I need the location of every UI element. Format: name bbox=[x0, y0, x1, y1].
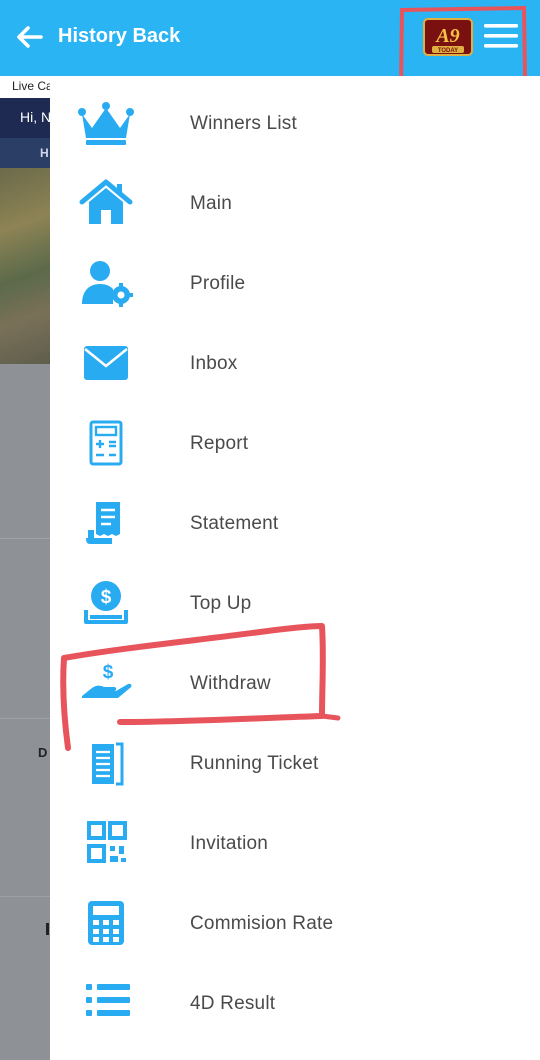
menu-label: Statement bbox=[190, 513, 279, 534]
menu-item-top-up[interactable]: $ Top Up bbox=[50, 560, 540, 640]
menu-item-report[interactable]: Report bbox=[50, 400, 540, 480]
menu-item-winners-list[interactable]: Winners List bbox=[50, 80, 540, 160]
menu-label: Withdraw bbox=[190, 673, 271, 694]
menu-label: Commision Rate bbox=[190, 913, 334, 934]
app-header: History Back A9 TODAY bbox=[0, 0, 540, 90]
bg-divider bbox=[0, 538, 50, 539]
receipt-scroll-icon bbox=[86, 502, 120, 544]
back-arrow-icon[interactable] bbox=[14, 22, 44, 52]
bg-banner-image bbox=[0, 168, 50, 364]
bg-row-letter: D bbox=[38, 745, 48, 760]
crown-icon bbox=[78, 102, 134, 145]
list-icon bbox=[86, 984, 130, 1016]
menu-label: Profile bbox=[190, 273, 246, 294]
menu-label: Winners List bbox=[190, 113, 297, 134]
menu-label: Top Up bbox=[190, 593, 252, 614]
svg-text:$: $ bbox=[101, 587, 112, 608]
menu-item-main[interactable]: Main bbox=[50, 160, 540, 240]
bg-divider bbox=[0, 718, 50, 719]
menu-label: Main bbox=[190, 193, 232, 214]
side-drawer-menu: Winners List Main Profile Inbox Report S… bbox=[50, 76, 540, 1060]
home-icon bbox=[79, 179, 133, 224]
coin-deposit-icon: $ bbox=[84, 581, 128, 624]
qr-code-icon bbox=[87, 821, 127, 863]
menu-item-withdraw[interactable]: $ Withdraw bbox=[50, 640, 540, 720]
bg-divider bbox=[0, 896, 50, 897]
menu-item-4d-result[interactable]: 4D Result bbox=[50, 960, 540, 1040]
bg-live-label: Live Ca bbox=[0, 76, 50, 98]
envelope-icon bbox=[84, 346, 128, 380]
menu-item-invitation[interactable]: Invitation bbox=[50, 800, 540, 880]
ticket-document-icon bbox=[92, 742, 124, 786]
header-title[interactable]: History Back bbox=[58, 25, 180, 48]
menu-label: Running Ticket bbox=[190, 753, 319, 774]
menu-label: Report bbox=[190, 433, 249, 454]
menu-item-running-ticket[interactable]: Running Ticket bbox=[50, 720, 540, 800]
menu-item-inbox[interactable]: Inbox bbox=[50, 320, 540, 400]
menu-label: Invitation bbox=[190, 833, 269, 854]
calculator-report-icon bbox=[89, 420, 123, 466]
menu-item-commision-rate[interactable]: Commision Rate bbox=[50, 880, 540, 960]
svg-text:$: $ bbox=[103, 662, 114, 683]
menu-item-profile[interactable]: Profile bbox=[50, 240, 540, 320]
background-page: Live Ca Hi, N H bbox=[0, 76, 50, 1060]
bg-tab: H bbox=[0, 138, 50, 168]
menu-item-statement[interactable]: Statement bbox=[50, 480, 540, 560]
user-gear-icon bbox=[82, 261, 133, 307]
menu-label: Inbox bbox=[190, 353, 238, 374]
bg-greeting: Hi, N bbox=[0, 98, 50, 138]
bg-row-mark bbox=[46, 923, 49, 935]
menu-label: 4D Result bbox=[190, 993, 276, 1014]
hand-dollar-icon: $ bbox=[82, 662, 132, 698]
calculator-icon bbox=[88, 901, 124, 945]
